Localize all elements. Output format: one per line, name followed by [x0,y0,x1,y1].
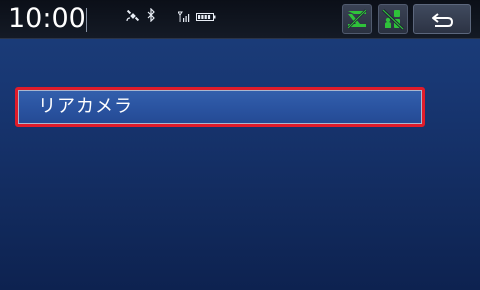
clock-divider [86,8,87,32]
clock: 10:00 [8,3,86,34]
battery-icon [196,13,216,21]
satellite-icon [126,9,140,22]
bluetooth-icon [147,7,155,23]
driver-assist-button[interactable] [378,4,408,34]
back-button[interactable] [413,4,471,34]
screen: 10:00 リアカメラ [0,0,480,290]
list-item-label: リアカメラ [38,96,133,117]
vics-traffic-button[interactable] [342,4,372,34]
antenna-signal-icon [177,11,190,22]
status-bar: 10:00 [0,0,480,39]
list-item-rear-camera[interactable]: リアカメラ [15,87,425,127]
